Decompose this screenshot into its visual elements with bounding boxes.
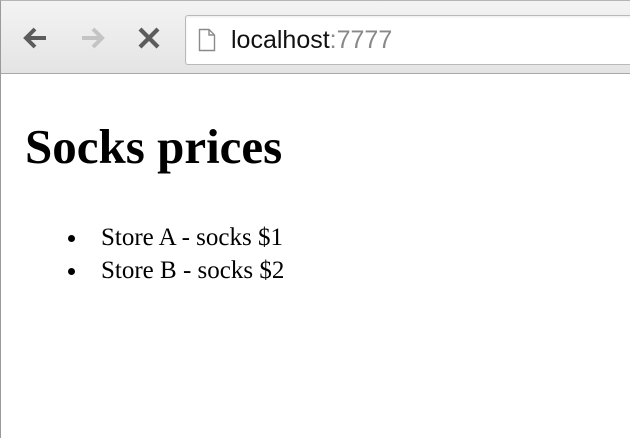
arrow-left-icon bbox=[23, 27, 46, 49]
bullet-icon bbox=[68, 268, 75, 275]
page-content: Socks prices Store A - socks $1 Store B … bbox=[25, 109, 615, 287]
close-icon bbox=[138, 27, 160, 49]
page-icon bbox=[198, 28, 216, 52]
list-item: Store B - socks $2 bbox=[66, 254, 615, 287]
browser-window: localhost:7777 Socks prices Store A - so… bbox=[0, 0, 630, 438]
address-text[interactable]: localhost:7777 bbox=[231, 26, 392, 54]
bullet-icon bbox=[68, 235, 75, 242]
price-list: Store A - socks $1 Store B - socks $2 bbox=[25, 221, 615, 287]
browser-toolbar: localhost:7777 bbox=[1, 1, 630, 74]
stop-button[interactable] bbox=[135, 23, 163, 53]
address-host: localhost bbox=[231, 26, 330, 54]
address-bar[interactable]: localhost:7777 bbox=[185, 15, 630, 65]
back-button[interactable] bbox=[21, 23, 49, 53]
page-title: Socks prices bbox=[25, 119, 283, 174]
list-item: Store A - socks $1 bbox=[66, 221, 615, 254]
address-port: :7777 bbox=[329, 26, 393, 54]
forward-button[interactable] bbox=[79, 23, 107, 53]
list-item-text: Store B - socks $2 bbox=[101, 257, 285, 284]
arrow-right-icon bbox=[82, 27, 105, 49]
list-item-text: Store A - socks $1 bbox=[101, 224, 283, 251]
